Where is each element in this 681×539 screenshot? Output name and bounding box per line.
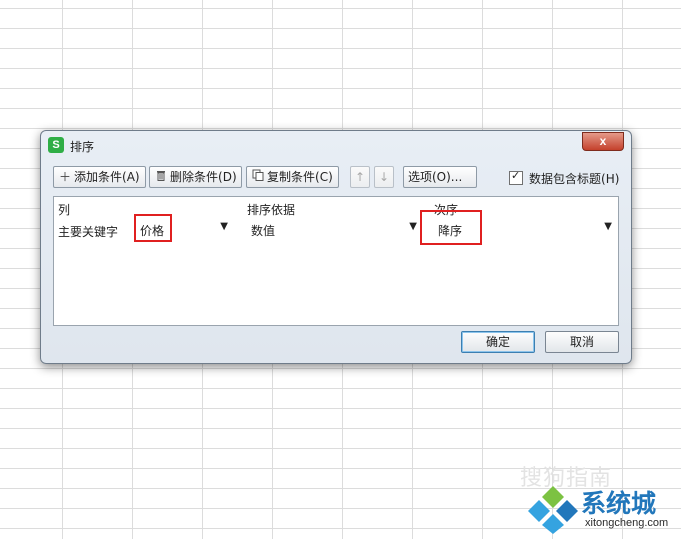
primary-key-label: 主要关键字 <box>58 225 119 239</box>
arrow-down-icon: ↓ <box>378 170 390 184</box>
title-bar[interactable]: S 排序 x <box>41 131 631 159</box>
dropdown-arrow-icon[interactable]: ▼ <box>220 221 228 232</box>
checkbox-box[interactable]: ✓ <box>509 169 523 185</box>
header-row-checkbox-label: 数据包含标题 <box>529 172 602 186</box>
delete-condition-button[interactable]: 删除条件(D) <box>149 166 242 188</box>
brand-site: xitongcheng.com <box>585 517 669 529</box>
plus-icon: ＋ <box>58 170 71 184</box>
sort-dialog: S 排序 x ＋添加条件(A) 删除条件(D) 复制条件(C) ↑ ↓ 选项(O… <box>40 130 632 364</box>
dropdown-arrow-icon[interactable]: ▼ <box>409 221 417 232</box>
arrow-up-icon: ↑ <box>354 170 366 184</box>
move-up-button[interactable]: ↑ <box>350 166 370 188</box>
sort-conditions-grid: 列 排序依据 次序 主要关键字 价格 ▼ 数值 ▼ 降序 ▼ <box>53 196 619 326</box>
delete-condition-shortcut: (D) <box>218 170 237 184</box>
delete-condition-label: 删除条件 <box>170 170 219 184</box>
brand-name: 系统城 <box>581 489 657 518</box>
options-label: 选项(O)... <box>408 170 463 184</box>
sort-on-select-value: 数值 <box>251 224 276 238</box>
column-header: 列 <box>58 203 71 217</box>
copy-condition-button[interactable]: 复制条件(C) <box>246 166 339 188</box>
move-down-button[interactable]: ↓ <box>374 166 394 188</box>
dropdown-arrow-icon[interactable]: ▼ <box>604 221 612 232</box>
trash-icon <box>154 167 168 187</box>
close-button[interactable]: x <box>582 132 624 151</box>
sort-on-header: 排序依据 <box>247 203 296 217</box>
header-row-checkbox-shortcut: (H) <box>601 172 620 186</box>
add-condition-shortcut: (A) <box>122 170 140 184</box>
highlight-column-value <box>134 214 172 242</box>
options-button[interactable]: 选项(O)... <box>403 166 477 188</box>
dialog-title: 排序 <box>70 140 95 154</box>
copy-icon <box>251 167 265 187</box>
cancel-button[interactable]: 取消 <box>545 331 619 353</box>
header-row-checkbox[interactable]: ✓ 数据包含标题(H) <box>509 169 620 187</box>
ok-button[interactable]: 确定 <box>461 331 535 353</box>
wps-spreadsheet-icon: S <box>48 137 64 153</box>
add-condition-button[interactable]: ＋添加条件(A) <box>53 166 146 188</box>
sort-on-select[interactable]: 数值 ▼ <box>245 219 421 239</box>
ok-button-label: 确定 <box>485 335 510 349</box>
add-condition-label: 添加条件 <box>74 170 123 184</box>
cancel-button-label: 取消 <box>569 335 594 349</box>
highlight-order-value <box>420 210 482 245</box>
copy-condition-label: 复制条件 <box>267 170 316 184</box>
copy-condition-shortcut: (C) <box>315 170 333 184</box>
checkmark-icon: ✓ <box>511 169 521 182</box>
